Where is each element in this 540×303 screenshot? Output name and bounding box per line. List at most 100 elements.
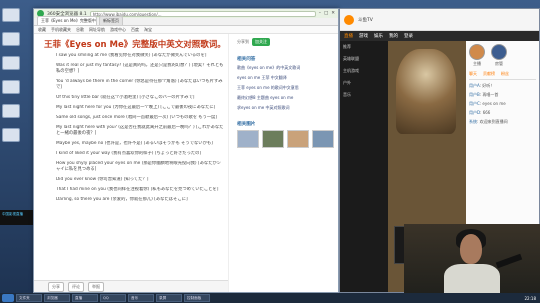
desktop-shortcut-icon[interactable] <box>2 32 20 46</box>
lyric-line: I kind of liked it your way (我有点喜欢你的样子) … <box>56 151 202 156</box>
browser-window: 360安全浏览器 8.1 http://www.ibaidu.com/quest… <box>33 8 339 293</box>
lyric-line: That I had mine on you (我也同样在注视着你) [私もあな… <box>56 187 219 192</box>
chat-message: 用户D: 666 <box>469 110 491 115</box>
chat-user[interactable]: 用户A <box>469 83 480 88</box>
related-link[interactable]: 歌曲《eyes on me》的中英文歌词 <box>237 65 334 71</box>
taskbar-item[interactable]: 直播 <box>72 294 98 302</box>
desktop-shortcut-icon[interactable] <box>2 8 20 22</box>
desktop-shortcut-icon[interactable] <box>2 80 20 94</box>
avatar <box>469 44 485 60</box>
report-button[interactable]: 举报 <box>88 281 104 292</box>
tab-chat[interactable]: 聊天 <box>469 71 477 77</box>
anchor-name: 主播 <box>473 61 481 66</box>
side-menu-item[interactable]: 推荐 <box>343 44 385 50</box>
chat-message: 用户C: eyes on me <box>469 101 506 106</box>
nav-item[interactable]: 直播 <box>344 33 353 39</box>
tab-new[interactable]: 新标签页 <box>99 16 123 25</box>
bookmark-item[interactable]: 谷歌 <box>76 27 84 33</box>
side-menu-item[interactable]: 户外 <box>343 80 385 86</box>
video-artwork <box>396 49 456 134</box>
side-menu-item[interactable]: 音乐 <box>343 92 385 98</box>
stream-nav: 直播 游戏 娱乐 我的 登录 <box>340 31 539 41</box>
start-button[interactable] <box>2 294 14 302</box>
webcam-overlay <box>404 224 540 296</box>
chat-user[interactable]: 用户B <box>469 92 480 97</box>
bookmark-item[interactable]: 百度 <box>131 27 139 33</box>
follow-button[interactable]: 加关注 <box>252 38 270 46</box>
chat-list: 用户A: 好听！ 用户B: 再唱一首 用户C: eyes on me 用户D: … <box>469 83 536 125</box>
bookmark-item[interactable]: 淘宝 <box>144 27 152 33</box>
lyric-line: Maybe yes, maybe no (也许是，也许不是) [あるいはそうかも… <box>56 141 213 146</box>
related-image-thumb[interactable] <box>262 130 284 148</box>
lyric-line: Was it real or just my fantasy? (这是真的吗，还… <box>56 63 224 74</box>
anchor-card[interactable]: 房管 <box>491 44 507 67</box>
desktop-shortcut-icon[interactable] <box>2 128 20 142</box>
bookmark-item[interactable]: 收藏 <box>38 27 46 33</box>
related-link[interactable]: 求eyes on me 中英对照歌词 <box>237 105 334 111</box>
bookmark-item[interactable]: 手机收藏夹 <box>51 27 71 33</box>
chat-user[interactable]: 系统 <box>469 119 477 124</box>
microphone-icon <box>495 253 523 269</box>
share-label: 分享到 <box>237 39 249 44</box>
maximize-icon[interactable]: □ <box>324 11 328 16</box>
tab-fans[interactable]: 粉丝 <box>501 71 509 77</box>
related-image-thumb[interactable] <box>312 130 334 148</box>
page-title: 王菲《Eyes on Me》完整版中英文对照歌词。 <box>44 40 226 50</box>
chat-message: 系统: 欢迎来到直播间 <box>469 119 508 124</box>
share-row: 分享到 加关注 <box>237 38 334 46</box>
taskbar-item[interactable]: 音乐 <box>128 294 154 302</box>
lyric-line: I saw you smiling at me (我看见你在对我微笑) [あなた… <box>56 53 207 58</box>
desktop-icons <box>2 8 30 142</box>
taskbar-item[interactable]: QQ <box>100 294 126 302</box>
taskbar-item[interactable]: 文件夹 <box>16 294 42 302</box>
side-menu-item[interactable]: 英雄联盟 <box>343 56 385 62</box>
page-sidebar: 分享到 加关注 相关问答 歌曲《eyes on me》的中英文歌词 eyes o… <box>229 34 338 292</box>
tab-lyrics[interactable]: 王菲《Eyes on Me》完整版中英文... <box>37 16 97 25</box>
related-heading: 相关问答 <box>237 57 256 62</box>
related-link[interactable]: 最终幻想8 主题曲 eyes on me <box>237 95 334 101</box>
taskbar-item[interactable]: 录屏 <box>156 294 182 302</box>
nav-item[interactable]: 游戏 <box>359 33 368 39</box>
related-link[interactable]: eyes on me 王菲 中文翻译 <box>237 75 334 81</box>
bookmark-item[interactable]: 游戏中心 <box>110 27 126 33</box>
lyric-line: You 'd always be there in the corner (你总… <box>56 79 223 90</box>
close-icon[interactable]: ✕ <box>331 11 335 16</box>
related-image-thumb[interactable] <box>287 130 309 148</box>
related-image-thumb[interactable] <box>237 130 259 148</box>
minimize-icon[interactable]: – <box>319 11 321 16</box>
tab-strip: 王菲《Eyes on Me》完整版中英文... 新标签页 <box>34 16 338 26</box>
nav-item[interactable]: 登录 <box>404 33 413 39</box>
chat-text: eyes on me <box>482 101 506 106</box>
related-link[interactable]: 王菲 eyes on me 的歌词中文意思 <box>237 85 334 91</box>
anchor-card[interactable]: 主播 <box>469 44 485 67</box>
left-overlay-text: 中国影视直播 <box>0 210 33 225</box>
comment-button[interactable]: 评论 <box>68 281 84 292</box>
anchor-name: 房管 <box>495 61 503 66</box>
address-bar[interactable]: http://www.ibaidu.com/question/... <box>89 10 316 17</box>
taskbar-item[interactable]: 控制面板 <box>184 294 210 302</box>
lyric-line: Darling, so there you are (亲爱的，你就在那儿) [あ… <box>56 197 188 202</box>
desktop-shortcut-icon[interactable] <box>2 104 20 118</box>
lyric-line: My last night here with you? (这是否在我就此离开之… <box>56 125 224 136</box>
bookmark-item[interactable]: 网址导航 <box>89 27 105 33</box>
article-footer: 分享 评论 举报 <box>34 280 228 292</box>
related-list: 歌曲《eyes on me》的中英文歌词 eyes on me 王菲 中文翻译 … <box>237 65 334 111</box>
lyrics-article: 王菲《Eyes on Me》完整版中英文对照歌词。 I saw you smil… <box>34 34 229 292</box>
nav-item[interactable]: 娱乐 <box>374 33 383 39</box>
desktop-shortcut-icon[interactable] <box>2 56 20 70</box>
taskbar-clock: 22:18 <box>524 295 536 301</box>
lyric-line: Of this tiny little bar (就在这个小酒吧里) [小さなこ… <box>56 95 195 100</box>
stream-side-menu: 推荐 英雄联盟 主机游戏 户外 音乐 <box>340 41 388 292</box>
avatar <box>491 44 507 60</box>
chat-user[interactable]: 用户D <box>469 110 480 115</box>
chat-user[interactable]: 用户C <box>469 101 480 106</box>
tab-rank[interactable]: 贡献榜 <box>483 71 495 77</box>
side-menu-item[interactable]: 主机游戏 <box>343 68 385 74</box>
taskbar-item[interactable]: 浏览器 <box>44 294 70 302</box>
chat-tabs: 聊天 贡献榜 粉丝 <box>469 71 536 80</box>
nav-item[interactable]: 我的 <box>389 33 398 39</box>
chat-text: 再唱一首 <box>482 92 499 97</box>
taskbar: 文件夹 浏览器 直播 QQ 音乐 录屏 控制面板 22:18 <box>0 293 540 303</box>
share-button[interactable]: 分享 <box>48 281 64 292</box>
lyrics-list: I saw you smiling at me (我看见你在对我微笑) [あなた… <box>34 53 228 203</box>
